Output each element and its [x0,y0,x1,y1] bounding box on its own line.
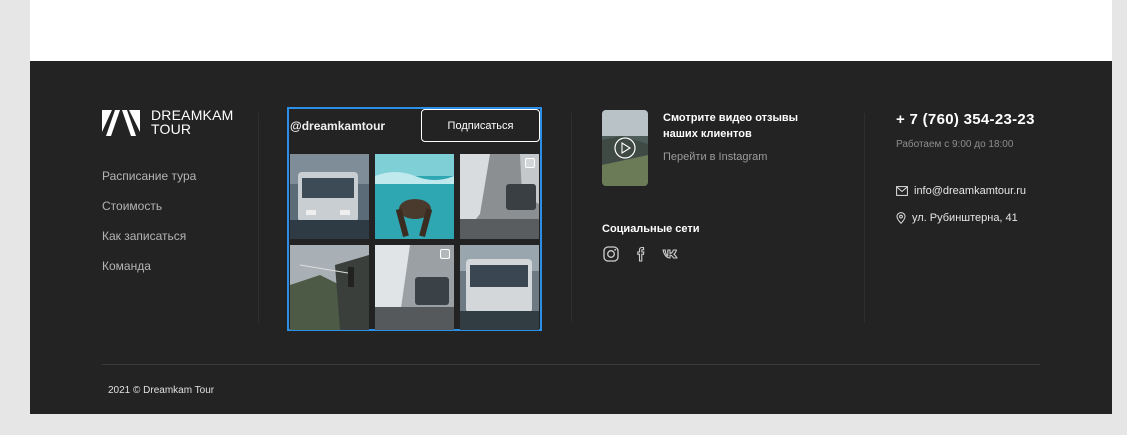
nav-item-price[interactable]: Стоимость [102,197,196,227]
logo-text: DREAMKAM TOUR [151,108,234,136]
site-footer: DREAMKAM TOUR Расписание тура Стоимость … [30,61,1112,414]
social-title: Социальные сети [602,223,700,235]
facebook-icon[interactable] [632,245,650,263]
column-divider [571,113,572,323]
instagram-handle[interactable]: @dreamkamtour [290,119,385,133]
footer-divider [102,364,1040,365]
address-contact[interactable]: ул. Рубинштерна, 41 [896,212,1018,224]
vk-icon[interactable] [662,245,680,263]
subscribe-button[interactable]: Подписаться [421,109,540,142]
instagram-photo[interactable] [290,245,369,330]
email-contact[interactable]: info@dreamkamtour.ru [896,185,1026,197]
working-hours: Работаем с 9:00 до 18:00 [896,139,1014,150]
select-checkbox[interactable] [440,249,450,259]
logo-line-1: DREAMKAM [151,107,234,123]
instagram-photo[interactable] [375,245,454,330]
social-icons [602,245,680,263]
logo[interactable]: DREAMKAM TOUR [102,108,234,136]
column-divider [258,113,259,323]
footer-nav: Расписание тура Стоимость Как записаться… [102,167,196,287]
instagram-photo[interactable] [375,154,454,239]
instagram-photo[interactable] [460,154,539,239]
address-text: ул. Рубинштерна, 41 [912,212,1018,224]
logo-mark-icon [102,110,140,136]
video-reviews-title: Смотрите видео отзывы наших клиентов [663,112,799,140]
instagram-photo[interactable] [290,154,369,239]
page-content-area [30,0,1112,61]
select-checkbox[interactable] [525,158,535,168]
instagram-photo[interactable] [460,245,539,330]
nav-item-signup[interactable]: Как записаться [102,227,196,257]
phone-number[interactable]: + 7 (760) 354-23-23 [896,111,1035,128]
mail-icon [896,186,908,196]
video-thumbnail[interactable] [602,110,648,186]
logo-line-2: TOUR [151,121,192,137]
instagram-icon[interactable] [602,245,620,263]
instagram-widget: @dreamkamtour Подписаться [287,107,542,331]
instagram-link[interactable]: Перейти в Instagram [663,151,767,163]
email-address: info@dreamkamtour.ru [914,185,1027,197]
location-pin-icon [896,212,906,224]
nav-item-team[interactable]: Команда [102,257,196,287]
nav-item-schedule[interactable]: Расписание тура [102,167,196,197]
column-divider [864,113,865,323]
copyright: 2021 © Dreamkam Tour [108,385,215,396]
